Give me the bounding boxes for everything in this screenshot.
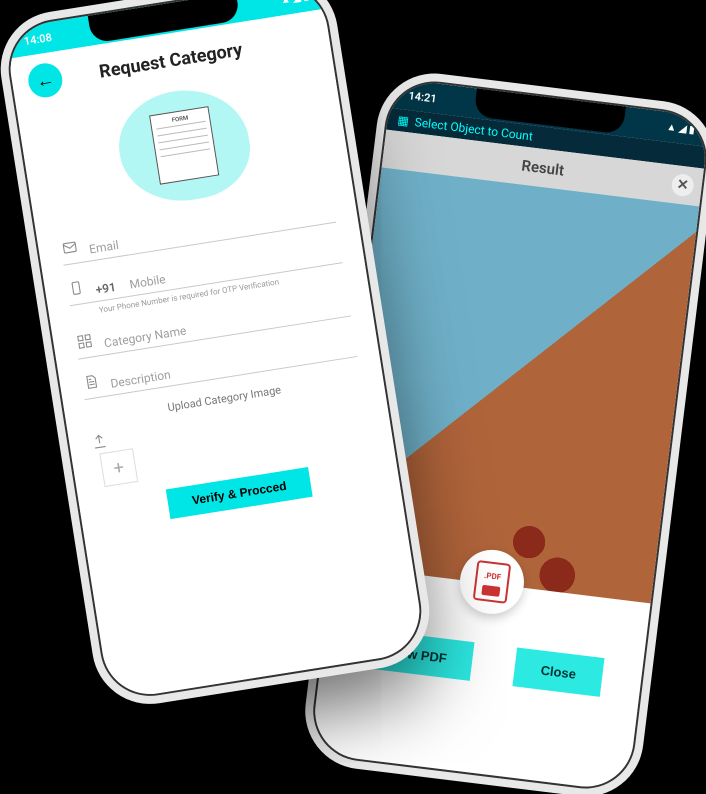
grid-icon [74, 332, 95, 355]
mobile-prefix: +91 [95, 280, 117, 297]
phone-request-category: 14:08 ▲ ◢ ▮ ← Request Category FORM Emai… [4, 0, 426, 701]
status-icons: ▲ ◢ ▮ [666, 121, 695, 135]
add-image-button[interactable]: + [99, 448, 138, 487]
result-title: Result [521, 156, 566, 179]
request-category-screen: ← Request Category FORM Email +91 [8, 9, 426, 701]
close-button[interactable]: Close [513, 647, 605, 696]
form-fields: Email +91 Mobile Your Phone Number is re… [36, 183, 379, 404]
form-illustration: FORM [111, 81, 257, 210]
document-icon [81, 373, 102, 396]
upload-icon[interactable] [90, 432, 109, 454]
status-time: 14:21 [408, 89, 438, 105]
status-icons: ▲ ◢ ▮ [280, 0, 309, 6]
form-icon: FORM [149, 106, 219, 185]
verify-proceed-button[interactable]: Verify & Procced [166, 467, 312, 519]
status-time: 14:08 [23, 30, 53, 47]
close-icon[interactable]: ✕ [670, 173, 695, 198]
mail-icon [60, 238, 81, 261]
pdf-icon [473, 560, 512, 604]
plus-icon: + [112, 456, 125, 478]
phone-icon [66, 279, 87, 302]
qr-icon: ▦ [397, 113, 410, 128]
